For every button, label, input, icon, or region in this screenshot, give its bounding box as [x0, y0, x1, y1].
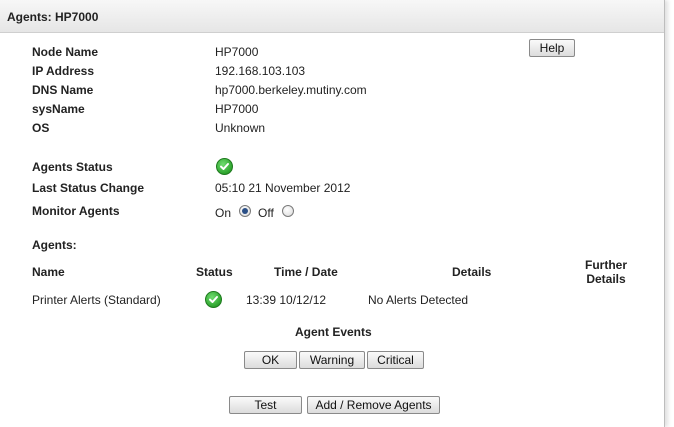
monitor-on-radio[interactable]	[239, 205, 251, 217]
col-further-line2: Details	[586, 272, 626, 286]
agent-name: Printer Alerts (Standard)	[32, 293, 161, 307]
monitor-off-label: Off	[258, 206, 274, 220]
node-name-label: Node Name	[32, 45, 99, 59]
agent-events-label: Agent Events	[295, 325, 372, 339]
last-status-change-value: 05:10 21 November 2012	[215, 181, 351, 195]
add-remove-agents-button[interactable]: Add / Remove Agents	[307, 396, 440, 414]
col-time-header: Time / Date	[274, 265, 338, 279]
col-status-header: Status	[196, 265, 233, 279]
sysname-value: HP7000	[215, 102, 259, 116]
events-warning-button[interactable]: Warning	[299, 351, 365, 369]
monitor-on-label: On	[215, 206, 232, 220]
help-button[interactable]: Help	[529, 39, 575, 57]
last-status-change-label: Last Status Change	[32, 181, 145, 195]
node-name-value: HP7000	[215, 45, 259, 59]
agents-status-label: Agents Status	[32, 160, 113, 174]
os-label: OS	[32, 121, 50, 135]
os-value: Unknown	[215, 121, 266, 135]
events-ok-button[interactable]: OK	[244, 351, 297, 369]
events-critical-button[interactable]: Critical	[367, 351, 424, 369]
test-button[interactable]: Test	[229, 396, 302, 414]
agents-section-label: Agents:	[32, 238, 77, 252]
ip-address-value: 192.168.103.103	[215, 64, 306, 78]
col-name-header: Name	[32, 265, 65, 279]
col-further-line1: Further	[585, 258, 627, 272]
agent-time: 13:39 10/12/12	[246, 293, 327, 307]
panel-title-bar: Agents: HP7000	[0, 0, 664, 33]
monitor-off-radio[interactable]	[282, 205, 294, 217]
agents-panel: Agents: HP7000 Help Node Name HP7000 IP …	[0, 0, 665, 427]
sysname-label: sysName	[32, 102, 85, 116]
panel-title: Agents: HP7000	[7, 10, 99, 24]
dns-name-label: DNS Name	[32, 83, 94, 97]
col-further-details-header: Further Details	[576, 258, 636, 286]
col-details-header: Details	[452, 265, 492, 279]
check-circle-icon	[205, 291, 222, 308]
ip-address-label: IP Address	[32, 64, 95, 78]
dns-name-value: hp7000.berkeley.mutiny.com	[215, 83, 367, 97]
monitor-agents-label: Monitor Agents	[32, 204, 120, 218]
agent-details: No Alerts Detected	[368, 293, 469, 307]
check-circle-icon	[216, 158, 233, 175]
